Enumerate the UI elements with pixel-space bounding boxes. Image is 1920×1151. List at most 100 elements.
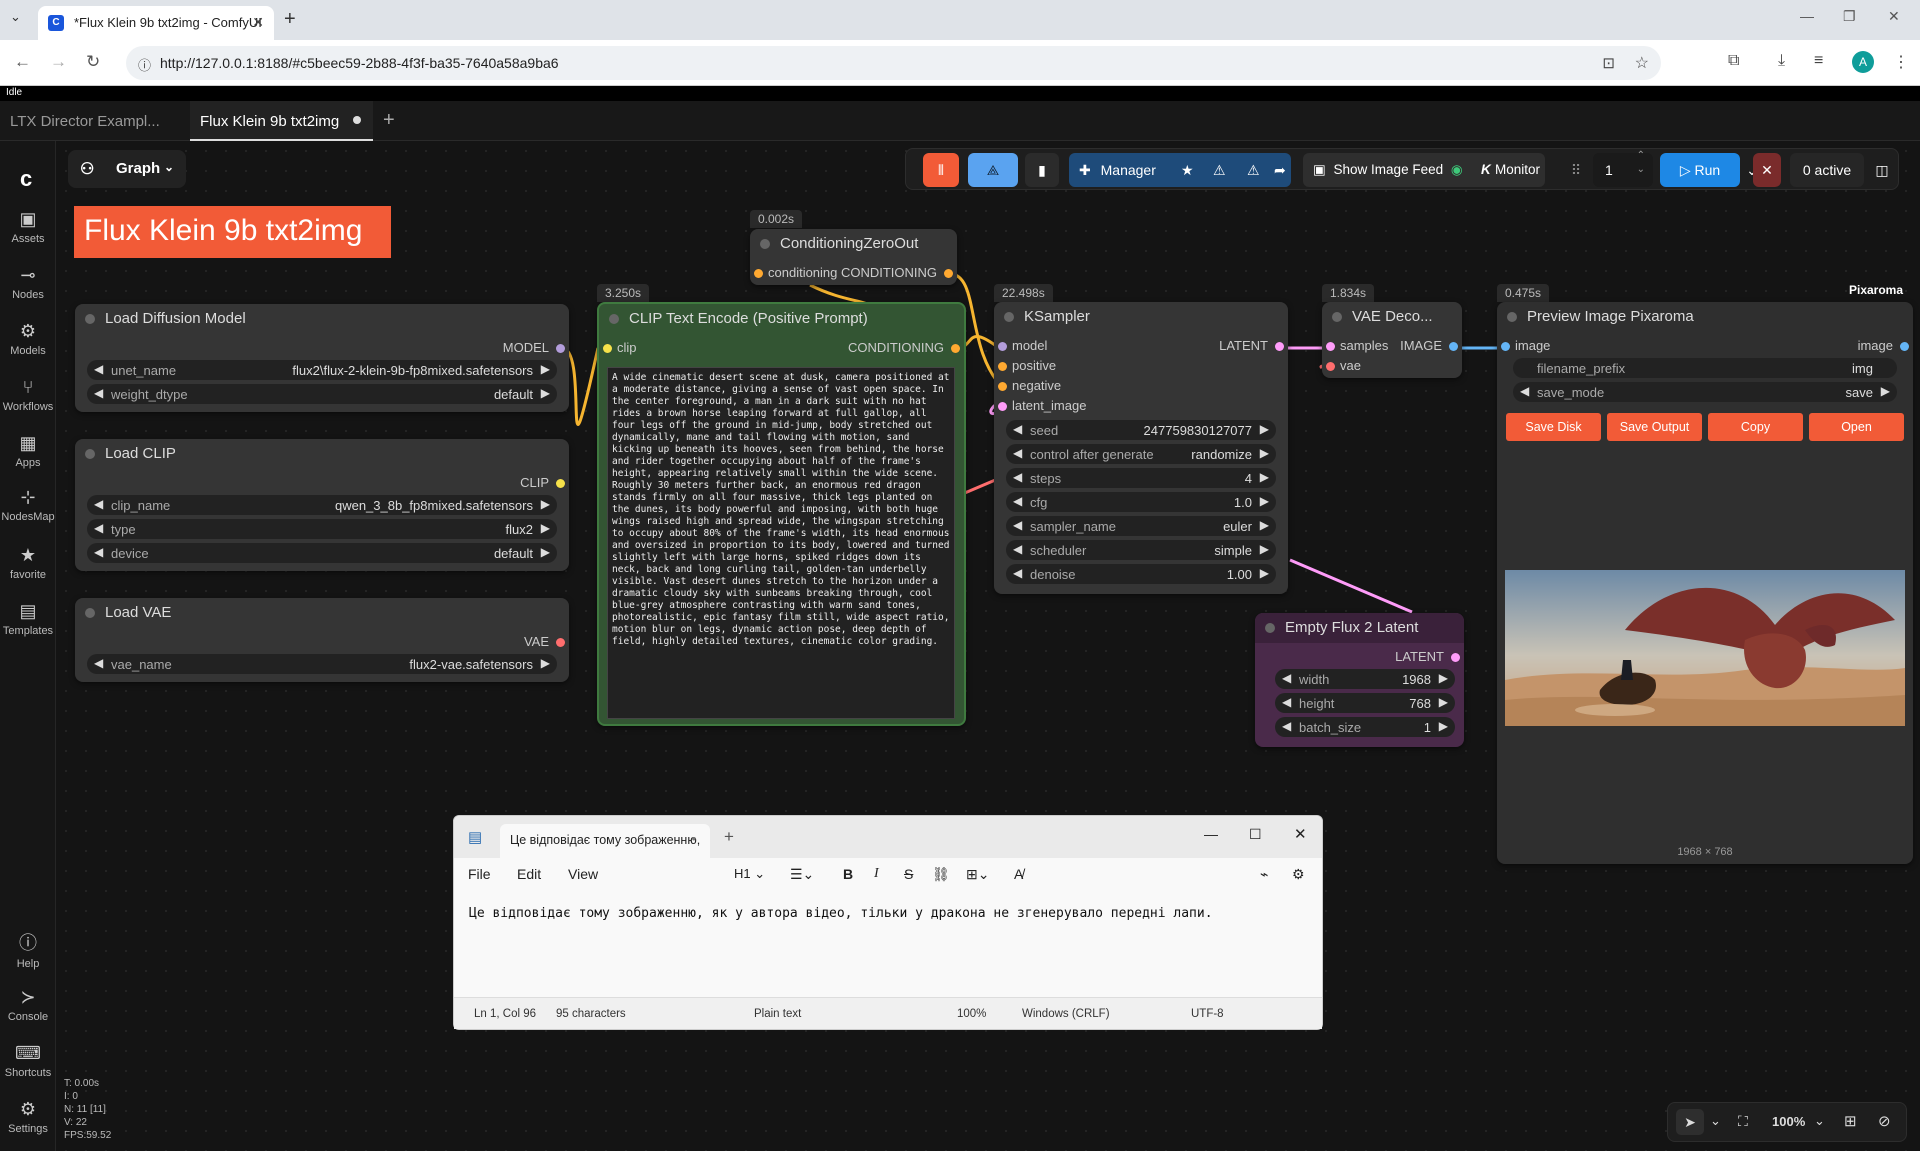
cancel-icon[interactable]: ✕: [1753, 153, 1781, 187]
load-diffusion-model-node[interactable]: Load Diffusion Model MODEL ◀ unet_name flu…: [75, 304, 569, 412]
sidebar-item-nodes[interactable]: ⊸ Nodes: [0, 265, 56, 301]
graph-menu-button[interactable]: ⚇ Graph ⌄: [68, 150, 186, 188]
samples-input-slot[interactable]: [1326, 342, 1335, 351]
device-widget[interactable]: ◀ device default ▶: [87, 543, 557, 563]
load-vae-node[interactable]: Load VAE VAE ◀ vae_name flux2-vae.safetens…: [75, 598, 569, 682]
arrow-left-icon[interactable]: ◀: [1282, 671, 1291, 685]
maximize-icon[interactable]: ☐: [1249, 826, 1262, 843]
image-input-slot[interactable]: [1501, 342, 1510, 351]
fit-view-icon[interactable]: ⛶: [1738, 1113, 1748, 1130]
arrow-left-icon[interactable]: ◀: [1013, 518, 1022, 532]
latent-output-slot[interactable]: [1451, 653, 1460, 662]
notepad-text-area[interactable]: Це відповідає тому зображенню, як у авто…: [469, 906, 1213, 921]
list-icon[interactable]: ☰⌄: [790, 866, 814, 883]
share-icon[interactable]: ➦: [1274, 153, 1286, 187]
select-tool-icon[interactable]: ➤: [1676, 1109, 1704, 1135]
restore-icon[interactable]: ❐: [1843, 8, 1856, 25]
sidebar-item-settings[interactable]: ⚙ Settings: [0, 1099, 56, 1135]
arrow-left-icon[interactable]: ◀: [94, 362, 103, 376]
clear-format-icon[interactable]: A̸: [1014, 866, 1023, 882]
show-image-feed-button[interactable]: Show Image Feed: [1334, 162, 1444, 177]
menu-edit[interactable]: Edit: [517, 866, 541, 882]
arrow-right-icon[interactable]: ▶: [1260, 446, 1269, 460]
arrow-left-icon[interactable]: ◀: [1013, 446, 1022, 460]
bold-icon[interactable]: B: [843, 866, 853, 882]
arrow-right-icon[interactable]: ▶: [1260, 470, 1269, 484]
prompt-textarea[interactable]: A wide cinematic desert scene at dusk, c…: [607, 367, 955, 719]
triangle-logo-icon[interactable]: ⟁: [968, 153, 1018, 187]
filename-prefix-widget[interactable]: filename_prefix img: [1513, 358, 1897, 378]
node-collapse-icon[interactable]: [760, 239, 770, 249]
arrow-right-icon[interactable]: ▶: [1881, 384, 1890, 398]
arrow-left-icon[interactable]: ◀: [94, 521, 103, 535]
close-window-icon[interactable]: ✕: [1888, 8, 1900, 25]
sidebar-item-assets[interactable]: ▣ Assets: [0, 209, 56, 245]
table-icon[interactable]: ⊞⌄: [966, 866, 989, 883]
strikethrough-icon[interactable]: S: [904, 866, 913, 882]
panel-toggle-icon[interactable]: ◫: [1868, 153, 1896, 187]
conditioning-output-slot[interactable]: [944, 269, 953, 278]
site-info-icon[interactable]: ⓘ: [138, 55, 151, 74]
arrow-right-icon[interactable]: ▶: [1260, 422, 1269, 436]
minimize-icon[interactable]: —: [1800, 8, 1814, 24]
batch-size-widget[interactable]: ◀ batch_size 1 ▶: [1275, 717, 1455, 737]
sidebar-item-shortcuts[interactable]: ⌨ Shortcuts: [0, 1043, 56, 1079]
extensions-icon[interactable]: ⧉: [1728, 52, 1739, 70]
manager-button[interactable]: Manager: [1101, 162, 1156, 178]
stepper-icon[interactable]: ⌃ ⌄: [1637, 149, 1645, 177]
reload-icon[interactable]: ↻: [86, 52, 100, 72]
minimize-icon[interactable]: —: [1204, 826, 1218, 842]
arrow-right-icon[interactable]: ▶: [1260, 542, 1269, 556]
positive-input-slot[interactable]: [998, 362, 1007, 371]
arrow-left-icon[interactable]: ◀: [1282, 719, 1291, 733]
chevron-down-icon[interactable]: ⌄: [1710, 1113, 1721, 1129]
arrow-left-icon[interactable]: ◀: [1013, 494, 1022, 508]
cfg-widget[interactable]: ◀ cfg 1.0 ▶: [1006, 492, 1276, 512]
comfyui-logo-icon[interactable]: ϲ: [20, 166, 32, 192]
forward-icon[interactable]: →: [50, 52, 67, 72]
arrow-right-icon[interactable]: ▶: [541, 497, 550, 511]
denoise-widget[interactable]: ◀ denoise 1.00 ▶: [1006, 564, 1276, 584]
active-queue-button[interactable]: 0 active: [1790, 153, 1864, 187]
tab-search-icon[interactable]: ⌄: [10, 9, 21, 25]
conditioning-zero-out-node[interactable]: ConditioningZeroOut conditioning CONDITI…: [750, 229, 957, 285]
clip-output-slot[interactable]: [556, 479, 565, 488]
new-workflow-icon[interactable]: +: [383, 109, 395, 132]
save-mode-widget[interactable]: ◀ save_mode save ▶: [1513, 382, 1897, 402]
unet-name-widget[interactable]: ◀ unet_name flux2\flux-2-klein-9b-fp8mixed…: [87, 360, 557, 380]
image-output-slot[interactable]: [1449, 342, 1458, 351]
arrow-right-icon[interactable]: ▶: [1439, 695, 1448, 709]
seed-widget[interactable]: ◀ seed 247759830127077 ▶: [1006, 420, 1276, 440]
arrow-left-icon[interactable]: ◀: [94, 545, 103, 559]
notepad-tab[interactable]: Це відповідає тому зображенню, •: [500, 824, 710, 858]
pixaroma-icon[interactable]: ⦀: [923, 153, 959, 187]
new-tab-icon[interactable]: +: [284, 8, 296, 31]
close-tab-icon[interactable]: ✕: [252, 14, 264, 31]
save-disk-button[interactable]: Save Disk: [1506, 413, 1601, 441]
close-icon[interactable]: ✕: [1294, 825, 1307, 843]
vae-output-slot[interactable]: [556, 638, 565, 647]
arrow-left-icon[interactable]: ◀: [1013, 542, 1022, 556]
new-tab-icon[interactable]: +: [724, 827, 734, 847]
sidebar-item-workflows[interactable]: ⑂ Workflows: [0, 377, 56, 413]
minimap-icon[interactable]: ⊞: [1844, 1112, 1857, 1130]
clip-input-slot[interactable]: [603, 344, 612, 353]
sidebar-item-console[interactable]: ≻ Console: [0, 987, 56, 1023]
warning-icon[interactable]: ⚠: [1247, 153, 1260, 187]
downloads-icon[interactable]: ⤓: [1778, 52, 1785, 70]
tab-ltx-director[interactable]: LTX Director Exampl...: [0, 101, 190, 141]
node-collapse-icon[interactable]: [85, 449, 95, 459]
tab-flux-klein[interactable]: Flux Klein 9b txt2img: [190, 101, 373, 141]
control-after-generate-widget[interactable]: ◀ control after generate randomize ▶: [1006, 444, 1276, 464]
conditioning-output-slot[interactable]: [951, 344, 960, 353]
star-icon[interactable]: ★: [1181, 153, 1194, 187]
node-collapse-icon[interactable]: [1332, 312, 1342, 322]
menu-view[interactable]: View: [568, 866, 598, 882]
model-output-slot[interactable]: [556, 344, 565, 353]
copilot-icon[interactable]: ⌁: [1260, 866, 1268, 883]
sidebar-item-nodesmap[interactable]: ⊹ NodesMap: [0, 487, 56, 523]
arrow-right-icon[interactable]: ▶: [1439, 719, 1448, 733]
copy-button[interactable]: Copy: [1708, 413, 1803, 441]
sampler-name-widget[interactable]: ◀ sampler_name euler ▶: [1006, 516, 1276, 536]
arrow-left-icon[interactable]: ◀: [1282, 695, 1291, 709]
